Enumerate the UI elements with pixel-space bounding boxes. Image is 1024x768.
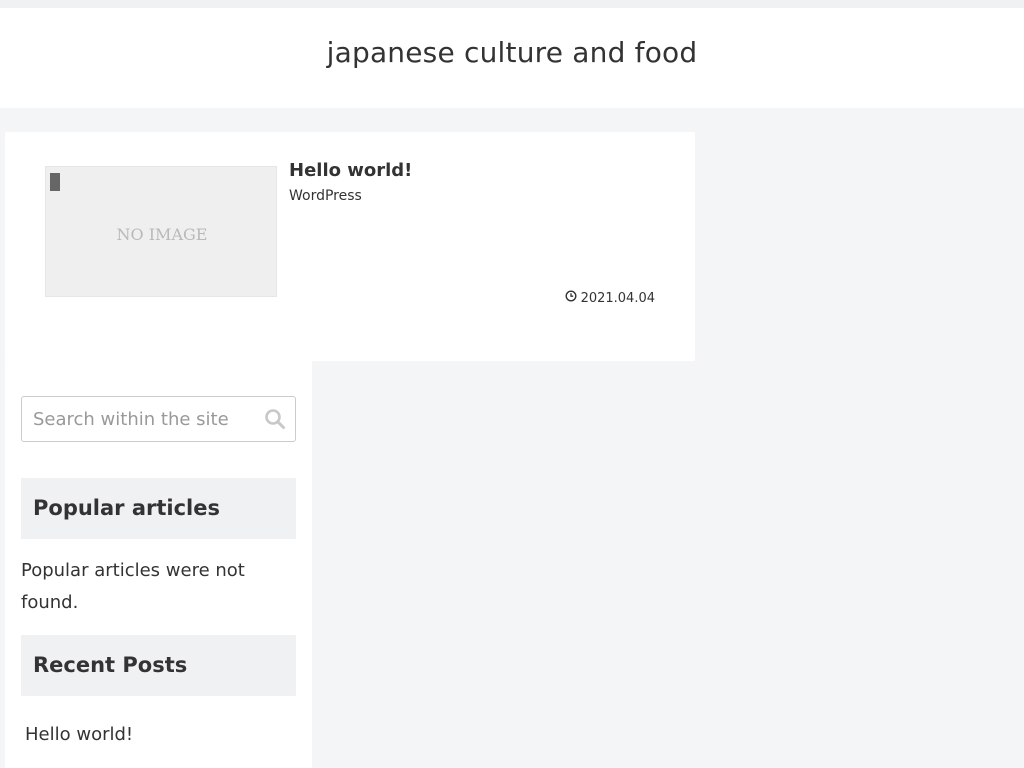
search-input[interactable] [22,397,257,441]
entry-date: 2021.04.04 [565,290,655,306]
no-image-text: NO IMAGE [116,225,208,244]
entry-thumbnail: NO IMAGE [45,166,277,297]
clock-icon [565,290,577,306]
search-form [21,396,296,442]
popular-empty-message: Popular articles were not found. [21,560,245,613]
site-header: japanese culture and food [0,8,1024,108]
entry-card[interactable]: NO IMAGE Hello world! WordPress 2021.04.… [45,160,655,306]
entry-title: Hello world! [289,160,413,181]
entry-snippet: WordPress [289,188,362,204]
entry-date-text: 2021.04.04 [580,290,655,306]
recent-posts-heading: Recent Posts [21,635,296,696]
top-bar [0,0,1024,8]
site-title-link[interactable]: japanese culture and food [0,36,1024,69]
category-label-marker [50,173,60,191]
popular-articles-heading: Popular articles [21,478,296,539]
search-icon [264,409,286,433]
search-button[interactable] [263,408,287,432]
recent-post-link[interactable]: Hello world! [25,724,133,745]
sidebar: Popular articles Popular articles were n… [5,361,312,768]
main-content: NO IMAGE Hello world! WordPress 2021.04.… [5,132,695,361]
